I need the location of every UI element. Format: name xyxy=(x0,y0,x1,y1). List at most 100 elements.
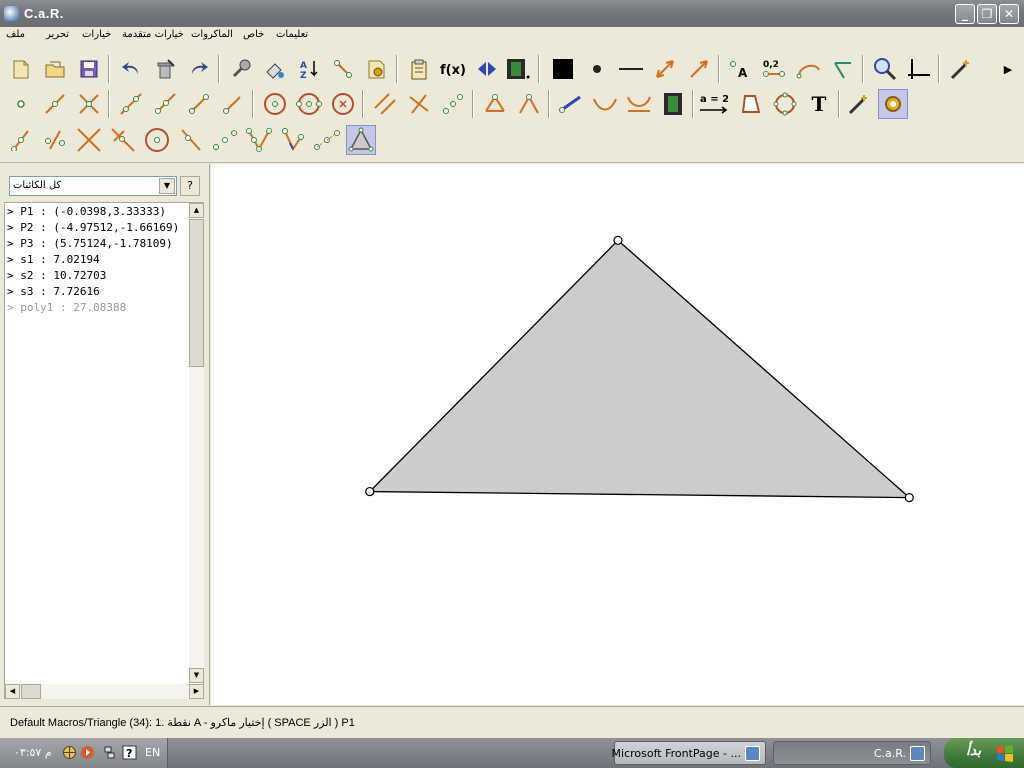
close-button[interactable]: ✕ xyxy=(999,4,1019,24)
horizontal-scrollbar[interactable]: ◀ ▶ xyxy=(5,684,204,699)
fixed-segment-icon[interactable] xyxy=(218,89,248,119)
text-tool-icon[interactable]: T xyxy=(804,89,834,119)
macro-parallel-icon[interactable] xyxy=(40,125,70,155)
object-list[interactable]: > P1 : (-0.0398,3.33333) > P2 : (-4.9751… xyxy=(4,202,204,699)
clock[interactable]: م ٠٣:٥٧ xyxy=(14,746,52,759)
undo-icon[interactable] xyxy=(116,54,146,84)
angle-icon[interactable] xyxy=(828,54,858,84)
run-macro-icon[interactable] xyxy=(878,89,908,119)
new-file-icon[interactable] xyxy=(6,54,36,84)
globe-icon[interactable] xyxy=(62,745,77,760)
macro-settings-icon[interactable] xyxy=(362,54,392,84)
scroll-right-icon[interactable]: ▶ xyxy=(189,684,204,699)
app-icon[interactable] xyxy=(4,6,19,21)
delete-icon[interactable] xyxy=(150,54,180,84)
more-tools-button[interactable]: ▶ xyxy=(998,54,1018,84)
menu-edit[interactable]: تحرير xyxy=(46,29,69,40)
restore-button[interactable]: ❐ xyxy=(977,4,997,24)
point-on-object-icon[interactable] xyxy=(40,89,70,119)
scroll-down-icon[interactable]: ▼ xyxy=(189,668,204,683)
help-icon[interactable]: ? xyxy=(122,745,137,760)
line-icon[interactable] xyxy=(116,89,146,119)
macro-line-icon[interactable] xyxy=(176,125,206,155)
chevron-down-icon[interactable]: ▼ xyxy=(159,178,175,194)
fixed-circle-icon[interactable] xyxy=(328,89,358,119)
axes-icon[interactable] xyxy=(904,54,934,84)
paint-color-icon[interactable] xyxy=(260,54,290,84)
magic-wand-icon[interactable] xyxy=(946,54,976,84)
macro-triangle-icon[interactable] xyxy=(346,125,376,155)
save-icon[interactable] xyxy=(74,54,104,84)
ray-icon[interactable] xyxy=(150,89,180,119)
list-item[interactable]: > P3 : (5.75124,-1.78109) xyxy=(7,237,173,250)
language-indicator[interactable]: EN xyxy=(145,746,160,759)
circle-polygon-icon[interactable] xyxy=(770,89,800,119)
macro-angle-icon[interactable] xyxy=(278,125,308,155)
move-icon[interactable] xyxy=(556,89,586,119)
menu-special[interactable]: خاص xyxy=(243,29,264,40)
redo-icon[interactable] xyxy=(184,54,214,84)
point-label-icon[interactable]: A xyxy=(726,54,756,84)
minimize-button[interactable]: _ xyxy=(955,4,975,24)
zoom-icon[interactable] xyxy=(870,54,900,84)
help-button[interactable]: ? xyxy=(180,176,200,196)
list-item[interactable]: > s2 : 10.72703 xyxy=(7,269,106,282)
point-style-icon[interactable] xyxy=(582,54,612,84)
list-item[interactable]: > P2 : (-4.97512,-1.66169) xyxy=(7,221,179,234)
expression-icon[interactable]: a = 2 xyxy=(698,89,728,119)
clipboard-icon[interactable] xyxy=(404,54,434,84)
macro-dotted-icon[interactable] xyxy=(312,125,342,155)
perpendicular-icon[interactable] xyxy=(404,89,434,119)
segment-icon[interactable] xyxy=(184,89,214,119)
network-icon[interactable] xyxy=(102,745,117,760)
angle-bisector-icon[interactable] xyxy=(480,89,510,119)
scroll-thumb[interactable] xyxy=(21,684,41,699)
animate-film-icon[interactable] xyxy=(658,89,688,119)
vertex-point-p2[interactable] xyxy=(365,486,375,497)
taskbar-item-car[interactable]: C.a.R. xyxy=(773,741,931,765)
macro-perpendicular-icon[interactable] xyxy=(108,125,138,155)
construction-canvas[interactable] xyxy=(211,164,1024,705)
scroll-up-icon[interactable]: ▲ xyxy=(189,203,204,218)
animation-film-icon[interactable] xyxy=(502,54,532,84)
angle-tool-icon[interactable] xyxy=(514,89,544,119)
list-item[interactable]: > s1 : 7.02194 xyxy=(7,253,100,266)
filled-square-icon[interactable] xyxy=(548,54,578,84)
menu-macros[interactable]: الماكروات xyxy=(191,29,233,40)
sort-az-icon[interactable]: AZ xyxy=(294,54,324,84)
function-icon[interactable]: f(x) xyxy=(438,54,468,84)
list-item[interactable]: > poly1 : 27.08388 xyxy=(7,301,126,314)
media-icon[interactable] xyxy=(80,745,95,760)
intersection-icon[interactable] xyxy=(74,89,104,119)
value-label-icon[interactable]: 0,2 xyxy=(760,54,790,84)
macro-cross-icon[interactable] xyxy=(74,125,104,155)
start-button[interactable]: بدأ xyxy=(944,738,1024,768)
title-bar[interactable]: C.a.R. _ ❐ ✕ xyxy=(0,0,1024,27)
arc-icon[interactable] xyxy=(794,54,824,84)
macro-circle-icon[interactable] xyxy=(142,125,172,155)
list-item[interactable]: > s3 : 7.72616 xyxy=(7,285,100,298)
vertex-point-p3[interactable] xyxy=(904,492,914,503)
triangle-polygon[interactable] xyxy=(368,239,912,499)
macro-segment-icon[interactable] xyxy=(6,125,36,155)
mirror-icon[interactable] xyxy=(472,54,502,84)
taskbar-item-frontpage[interactable]: Microsoft FrontPage - ... xyxy=(612,741,766,765)
polygon-icon[interactable] xyxy=(736,89,766,119)
scroll-thumb[interactable] xyxy=(189,219,204,367)
menu-advanced-options[interactable]: خيارات متقدمة xyxy=(122,29,184,40)
midpoint-icon[interactable] xyxy=(438,89,468,119)
arrow-icon[interactable] xyxy=(684,54,714,84)
arrow-both-icon[interactable] xyxy=(650,54,680,84)
line-style-icon[interactable] xyxy=(616,54,646,84)
point-icon[interactable] xyxy=(6,89,36,119)
vertex-point-p1[interactable] xyxy=(613,235,623,245)
macro-wand-icon[interactable] xyxy=(844,89,874,119)
construction-svg[interactable] xyxy=(211,164,1024,705)
macro-points-icon[interactable] xyxy=(210,125,240,155)
hide-objects-icon[interactable] xyxy=(328,54,358,84)
macro-chain-icon[interactable] xyxy=(244,125,274,155)
track-icon[interactable] xyxy=(590,89,620,119)
circle-icon[interactable] xyxy=(260,89,290,119)
object-filter-select[interactable]: كل الكائنات ▼ xyxy=(9,176,177,196)
circle-three-points-icon[interactable] xyxy=(294,89,324,119)
